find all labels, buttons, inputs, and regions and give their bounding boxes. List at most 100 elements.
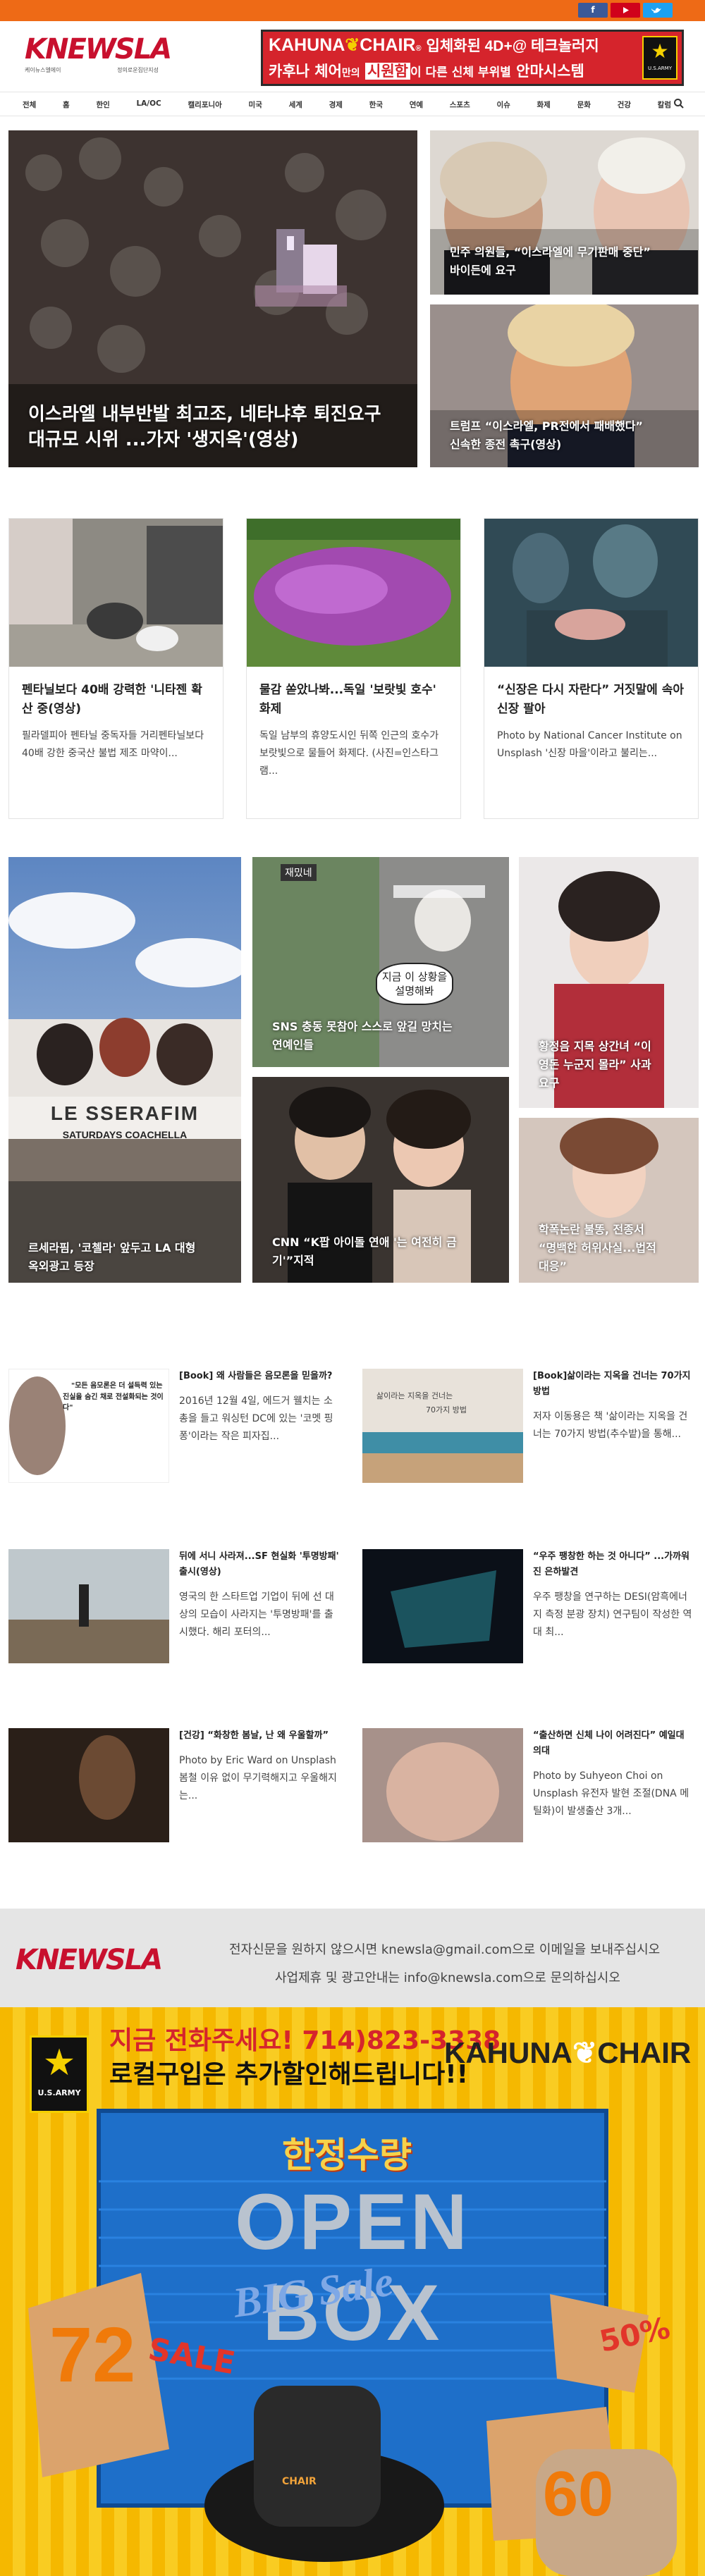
nav-item-issue[interactable]: 이슈	[496, 99, 510, 110]
card2-photo	[247, 519, 460, 667]
card-article-2[interactable]: 물감 쏟았나봐...독일 '보랏빛 호수' 화제 독일 남부의 휴양도시인 뒤쪽…	[246, 518, 461, 819]
list-item-title[interactable]: 뒤에 서니 사라져...SF 현실화 '투명방패' 출시(영상)	[179, 1549, 340, 1580]
billboard-sub: SATURDAYS COACHELLA	[62, 1129, 188, 1140]
speech-top-label: 재밌네	[281, 864, 317, 881]
nav-item-culture[interactable]: 문화	[577, 99, 591, 110]
list-item[interactable]: [건강] “화창한 봄날, 난 왜 우울할까” Photo by Eric Wa…	[8, 1728, 340, 1847]
footer-line1: 전자신문을 원하지 않으시면 knewsla@gmail.com으로 이메일을 …	[229, 1942, 661, 1957]
nav-item-all[interactable]: 전체	[23, 99, 36, 110]
ent-mid-bot-title-line1: CNN “K팝 아이돌 연애 '는 여전히 금	[272, 1235, 457, 1249]
ad-bottom-brand2: CHAIR	[597, 2036, 692, 2069]
site-logo[interactable]: KNEWSLA 케이뉴스엘에이 정의로운집단지성	[25, 34, 172, 76]
ent-right-bot-title-line1: 학폭논란 불똥, 전종서	[539, 1223, 644, 1236]
ent-left-article[interactable]: LE SSERAFIM SATURDAYS COACHELLA 르세라핌, '코…	[8, 857, 241, 1283]
hero-side2-title-line1: 트럼프 “이스라엘, PR전에서 패배했다”	[450, 419, 643, 433]
hero-side2-title-line2: 신속한 종전 촉구(영상)	[450, 438, 562, 451]
card-article-1[interactable]: 펜타닐보다 40배 강력한 '니타젠 확산 중(영상) 필라델피아 펜타닐 중독…	[8, 518, 223, 819]
nav-item-korean[interactable]: 한인	[96, 99, 109, 110]
bottom-ad-banner[interactable]: ★ U.S.ARMY 지금 전화주세요! 714)823-3338 로컬구입은 …	[0, 2007, 705, 2576]
ent-right-bot-article[interactable]: 학폭논란 불똥, 전종서 “명백한 허위사실...법적 대응”	[519, 1118, 699, 1283]
speech-bubble: 지금 이 상황을 설명해봐	[376, 963, 453, 1005]
nav-item-column[interactable]: 칼럼	[658, 99, 671, 110]
ad-line1-tail: 입체화된 4D+@ 테크놀러지	[426, 38, 599, 54]
nav-item-topic[interactable]: 화제	[537, 99, 551, 110]
thumb2-line1: 삶이라는 지옥을 건너는	[376, 1391, 453, 1400]
card3-title[interactable]: “신장은 다시 자란다” 거짓말에 속아 신장 팔아	[497, 681, 685, 719]
thumb1-line2: 진실을 숨긴 채로 전설화되는 것이다"	[63, 1393, 164, 1412]
nav-item-california[interactable]: 캘리포니아	[188, 99, 222, 110]
card1-title[interactable]: 펜타닐보다 40배 강력한 '니타젠 확산 중(영상)	[22, 681, 210, 719]
footer-line2: 사업제휴 및 광고안내는 info@knewsla.com으로 문의하십시오	[275, 1971, 620, 1985]
ent-right-bot-title-line3: 대응”	[539, 1259, 567, 1273]
card3-excerpt: Photo by National Cancer Institute on Un…	[497, 730, 682, 759]
ent-right-bot-title-line2: “명백한 허위사실...법적	[539, 1241, 656, 1255]
list-item-excerpt: Photo by Suhyeon Choi on Unsplash 유전자 발현…	[533, 1770, 689, 1817]
list-item-title[interactable]: [건강] “화창한 봄날, 난 왜 우울할까”	[179, 1728, 340, 1744]
twitter-icon[interactable]	[643, 3, 673, 18]
hero-side1-title-line2: 바이든에 요구	[450, 264, 516, 277]
hero-main-article[interactable]: 이스라엘 내부반발 최고조, 네타냐후 퇴진요구 대규모 시위 ...가자 '생…	[8, 130, 417, 467]
nav-item-entertainment[interactable]: 연예	[410, 99, 423, 110]
list-item[interactable]: 삶이라는 지옥을 건너는 70가지 방법 [Book]삶이라는 지옥을 건너는 …	[362, 1369, 694, 1487]
card1-photo	[9, 519, 223, 667]
youtube-icon[interactable]	[611, 3, 640, 18]
nav-item-korea[interactable]: 한국	[369, 99, 383, 110]
army-text: U.S.ARMY	[648, 66, 672, 71]
nav-item-health[interactable]: 건강	[618, 99, 631, 110]
list-item-title[interactable]: “출산하면 신체 나이 어려진다” 예일대 의대	[533, 1728, 694, 1759]
footer-logo[interactable]: KNEWSLA	[16, 1944, 163, 1976]
list-item[interactable]: “출산하면 신체 나이 어려진다” 예일대 의대 Photo by Suhyeo…	[362, 1728, 694, 1847]
list-item-thumb: 삶이라는 지옥을 건너는 70가지 방법	[362, 1369, 523, 1483]
nav-item-sports[interactable]: 스포츠	[450, 99, 470, 110]
logo-sub-right: 정의로운집단지성	[117, 67, 159, 73]
army-logo: ★ U.S.ARMY	[642, 36, 678, 80]
card2-title[interactable]: 물감 쏟았나봐...독일 '보랏빛 호수' 화제	[259, 681, 448, 719]
list-item-thumb	[362, 1728, 523, 1842]
ent-mid-bot-article[interactable]: CNN “K팝 아이돌 연애 '는 여전히 금 기'”지적	[252, 1077, 509, 1283]
ad-limited: 한정수량	[282, 2135, 412, 2176]
ent-mid-top-article[interactable]: 재밌네 지금 이 상황을 설명해봐 SNS 충동 못참아 스스로 앞길 망치는 …	[252, 857, 509, 1067]
ad-line2-a: 카후나 체어	[269, 63, 342, 80]
ent-left-title-line2: 옥외광고 등장	[28, 1259, 94, 1273]
hero-main-title-line1: 이스라엘 내부반발 최고조, 네타냐후 퇴진요구	[28, 404, 381, 425]
ent-right-top-article[interactable]: 황정음 지목 상간녀 “이 영돈 누군지 몰라” 사과 요구	[519, 857, 699, 1108]
ad-line2-c: 시원함	[365, 63, 410, 80]
ad-brand2: CHAIR	[360, 35, 416, 55]
nav-item-economy[interactable]: 경제	[329, 99, 343, 110]
hero-side-article-2[interactable]: 트럼프 “이스라엘, PR전에서 패배했다” 신속한 종전 촉구(영상)	[430, 304, 699, 467]
ent-mid-top-title-line1: SNS 충동 못참아 스스로 앞길 망치는	[272, 1020, 453, 1033]
card2-excerpt: 독일 남부의 휴양도시인 뒤쪽 인근의 호수가 보랏빛으로 물들어 화제다. (…	[259, 730, 439, 777]
ent-left-title-line1: 르세라핌, '코첼라' 앞두고 LA 대형	[28, 1241, 196, 1255]
list-item-thumb	[362, 1549, 523, 1663]
ent-mid-bot-title-line2: 기'”지적	[272, 1254, 314, 1267]
list-item[interactable]: "모든 음모론은 더 설득력 있는 진실을 숨긴 채로 전설화되는 것이다" […	[8, 1369, 340, 1487]
list-item-title[interactable]: “우주 팽창한 하는 것 아니다” ...가까워진 은하발견	[533, 1549, 694, 1580]
ad-pct60: 60	[543, 2459, 614, 2529]
nav-item-usa[interactable]: 미국	[249, 99, 262, 110]
list-item-thumb	[8, 1549, 169, 1663]
card-article-3[interactable]: “신장은 다시 자란다” 거짓말에 속아 신장 팔아 Photo by Nati…	[484, 518, 699, 819]
ad-line2-e: 안마시스템	[516, 63, 584, 80]
list-item-title[interactable]: [Book] 왜 사람들은 음모론을 믿을까?	[179, 1369, 340, 1384]
ad-line2-d: 이 다른 신체 부위별	[410, 66, 511, 80]
nav-item-laoc[interactable]: LA/OC	[136, 99, 161, 110]
list-item[interactable]: “우주 팽창한 하는 것 아니다” ...가까워진 은하발견 우주 팽창을 연구…	[362, 1549, 694, 1668]
ent-right-top-title-line3: 요구	[539, 1076, 560, 1090]
list-item-thumb	[8, 1728, 169, 1842]
facebook-icon[interactable]: f	[578, 3, 608, 18]
list-item-excerpt: 영국의 한 스타트업 기업이 뒤에 선 대상의 모습이 사라지는 '투명방패'를…	[179, 1591, 334, 1638]
ad-brand: KAHUNA	[269, 35, 345, 55]
list-item[interactable]: 뒤에 서니 사라져...SF 현실화 '투명방패' 출시(영상) 영국의 한 스…	[8, 1549, 340, 1668]
nav-item-world[interactable]: 세계	[289, 99, 302, 110]
nav-bar: 전체 홈 한인 LA/OC 캘리포니아 미국 세계 경제 한국 연예 스포츠 이…	[0, 92, 705, 116]
hero-side-article-1[interactable]: 민주 의원들, “이스라엘에 무기판매 중단” 바이든에 요구	[430, 130, 699, 295]
header-ad-banner[interactable]: KAHUNA❦CHAIR® 입체화된 4D+@ 테크놀러지 카후나 체어만의 시…	[261, 30, 684, 86]
nav-item-home[interactable]: 홈	[63, 99, 70, 110]
list-item-thumb: "모든 음모론은 더 설득력 있는 진실을 숨긴 채로 전설화되는 것이다"	[8, 1369, 169, 1483]
ent-left-photo	[8, 857, 241, 1283]
search-icon[interactable]	[673, 98, 685, 112]
hero-side1-title-line1: 민주 의원들, “이스라엘에 무기판매 중단”	[450, 245, 651, 259]
footer: KNEWSLA 전자신문을 원하지 않으시면 knewsla@gmail.com…	[0, 1909, 705, 2007]
list-item-excerpt: 저자 이동용은 책 '삶이라는 지옥을 건너는 70가지 방법(추수밭)을 통해…	[533, 1411, 688, 1440]
list-item-title[interactable]: [Book]삶이라는 지옥을 건너는 70가지 방법	[533, 1369, 694, 1400]
